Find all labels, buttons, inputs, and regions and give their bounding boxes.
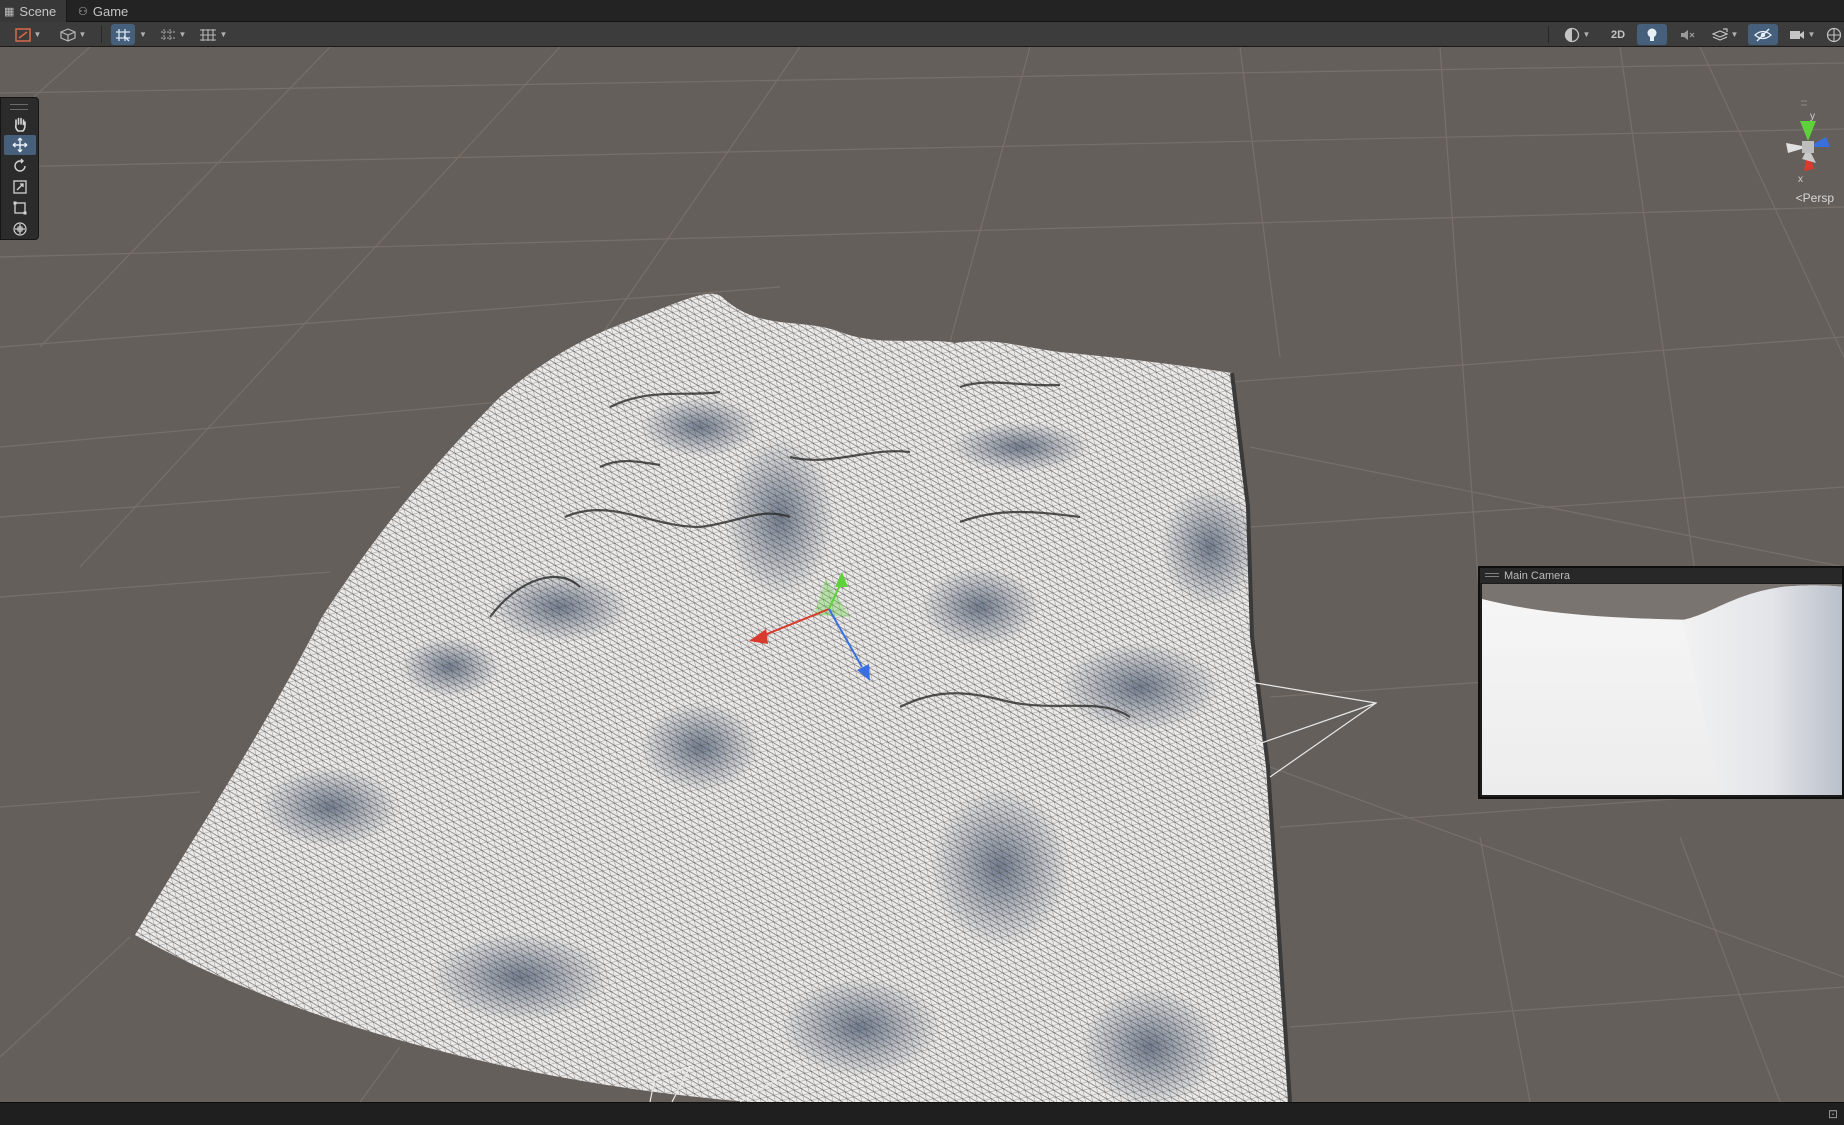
scale-icon — [13, 180, 27, 194]
gizmo-y-label: y — [1810, 111, 1815, 122]
lighting-toggle[interactable] — [1637, 24, 1667, 45]
chevron-down-icon: ▼ — [1582, 30, 1591, 39]
scene-viewport[interactable]: y x <Persp Main Camera — [0, 47, 1844, 1102]
2d-mode-label: 2D — [1610, 28, 1626, 41]
chevron-down-icon: ▼ — [78, 30, 87, 39]
snap-grid-icon — [116, 28, 130, 42]
camera-preview-header[interactable]: Main Camera — [1480, 568, 1842, 583]
snap-increment-icon — [160, 28, 175, 41]
tab-scene[interactable]: ▦ Scene — [0, 0, 68, 22]
speaker-muted-icon — [1681, 29, 1695, 40]
eye-hidden-icon — [1754, 28, 1772, 41]
drag-handle-icon[interactable] — [10, 104, 28, 110]
increment-snap-dropdown[interactable]: ▼ — [155, 24, 191, 45]
effects-dropdown[interactable]: ▼ — [1706, 24, 1744, 45]
lightbulb-icon — [1647, 28, 1657, 41]
camera-icon — [1789, 30, 1804, 39]
transform-icon — [13, 222, 27, 236]
camera-preview-overlay[interactable]: Main Camera — [1478, 566, 1844, 799]
window-tab-bar: ▦ Scene ⚇ Game — [0, 0, 1844, 22]
camera-preview-image — [1482, 584, 1842, 795]
grid-snap-toggle[interactable] — [111, 24, 135, 45]
hand-tool[interactable] — [4, 114, 36, 134]
render-mode-dropdown[interactable]: ▼ — [55, 24, 91, 45]
gizmo-y-cone[interactable] — [1800, 121, 1816, 141]
grid-icon: ▦ — [4, 5, 15, 18]
projection-toggle[interactable]: <Persp — [1796, 191, 1834, 205]
gamepad-icon: ⚇ — [78, 5, 88, 18]
chevron-left-icon: < — [1795, 191, 1803, 205]
scene-visibility-toggle[interactable] — [1748, 24, 1778, 45]
move-tool[interactable] — [4, 135, 36, 155]
transform-tool[interactable] — [4, 219, 36, 239]
status-bar: ⊡ — [0, 1102, 1844, 1125]
gizmo-x-label: x — [1798, 174, 1803, 185]
chevron-down-icon: ▼ — [1730, 30, 1739, 39]
cube-icon — [59, 27, 76, 42]
gizmo-globe-icon — [1826, 27, 1842, 42]
effects-layers-icon — [1711, 27, 1728, 41]
scale-tool[interactable] — [4, 177, 36, 197]
gizmo-center-cube[interactable] — [1802, 141, 1814, 153]
audio-toggle[interactable] — [1672, 24, 1702, 45]
rect-transform-icon — [13, 201, 27, 215]
chevron-down-icon: ▼ — [33, 30, 42, 39]
scene-tools-overlay — [0, 97, 39, 240]
drag-handle-icon[interactable] — [1485, 573, 1499, 577]
tab-game[interactable]: ⚇ Game — [74, 0, 138, 22]
tab-scene-label: Scene — [19, 3, 57, 19]
chevron-down-icon: ▼ — [1807, 30, 1816, 39]
move-arrows-icon — [12, 137, 28, 153]
gizmos-toggle[interactable] — [1824, 24, 1844, 45]
rotate-icon — [14, 158, 26, 172]
chevron-down-icon: ▼ — [178, 30, 187, 39]
2d-mode-toggle[interactable]: 2D — [1602, 24, 1634, 45]
hand-icon — [14, 117, 26, 132]
draw-mode-icon — [14, 27, 31, 42]
rect-tool[interactable] — [4, 198, 36, 218]
tab-game-label: Game — [92, 3, 129, 19]
chevron-down-icon: ▼ — [139, 30, 147, 39]
chevron-down-icon: ▼ — [219, 30, 228, 39]
shading-dropdown[interactable]: ▼ — [1557, 24, 1597, 45]
lock-icon[interactable]: ⊡ — [1828, 1107, 1838, 1121]
projection-label: Persp — [1802, 191, 1834, 205]
rotate-tool[interactable] — [4, 156, 36, 176]
grid-snap-dropdown[interactable]: ▼ — [136, 24, 150, 45]
camera-settings-dropdown[interactable]: ▼ — [1782, 24, 1822, 45]
camera-preview-title: Main Camera — [1504, 569, 1571, 582]
grid-visibility-dropdown[interactable]: ▼ — [194, 24, 232, 45]
draw-mode-dropdown[interactable]: ▼ — [9, 24, 47, 45]
sphere-icon — [1564, 27, 1579, 42]
scene-toolbar: ▼ ▼ ▼ ▼ ▼ ▼ 2D ▼ ▼ — [0, 22, 1844, 47]
grid-plane-icon — [199, 28, 216, 41]
